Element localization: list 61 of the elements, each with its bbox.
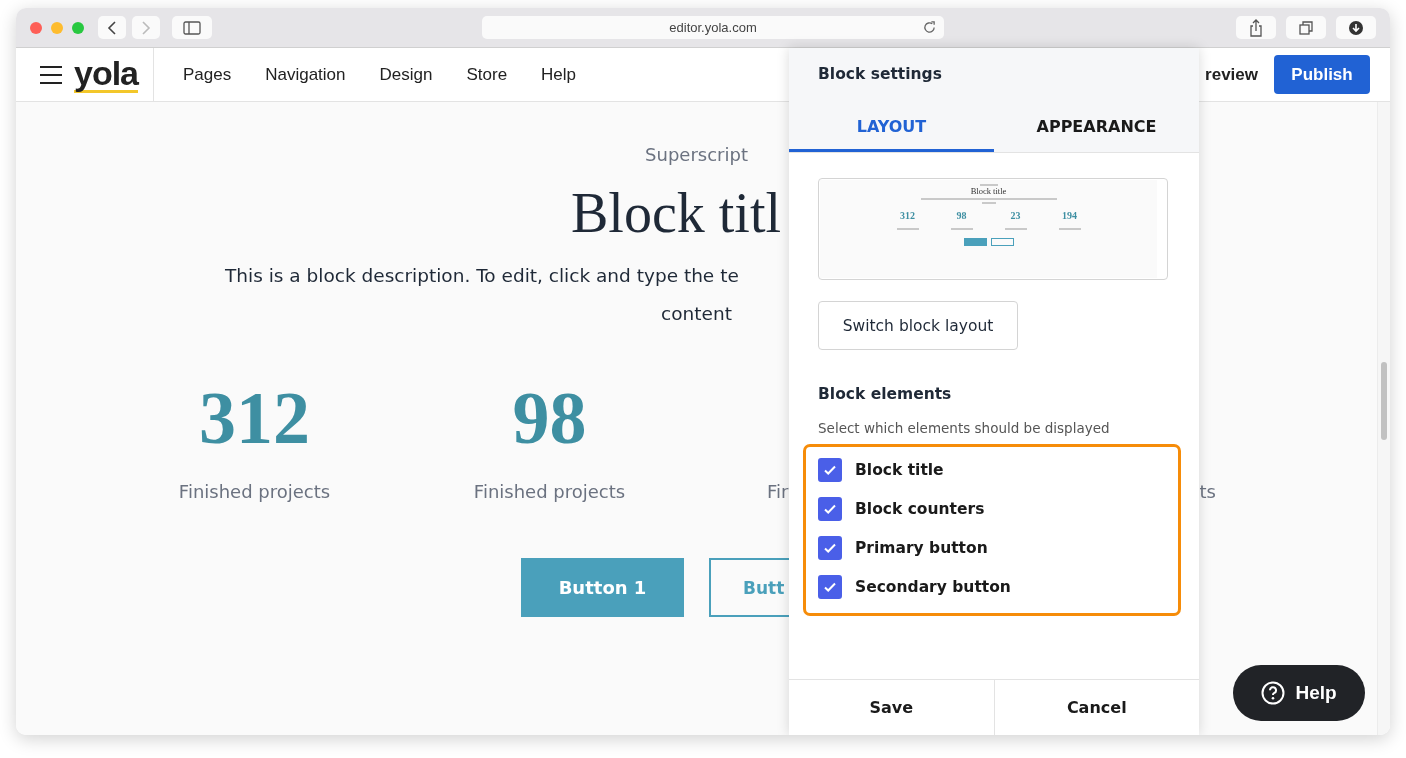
scrollbar[interactable]	[1377, 102, 1390, 735]
close-window-icon[interactable]	[30, 21, 42, 34]
checkbox-label[interactable]: Secondary button	[855, 578, 1011, 596]
sidebar-button[interactable]	[172, 16, 212, 39]
share-icon	[1249, 18, 1263, 37]
help-button[interactable]: Help	[1233, 665, 1365, 721]
checkbox[interactable]	[818, 458, 842, 482]
scrollbar-thumb[interactable]	[1381, 362, 1387, 440]
thumbnail-number: 98	[956, 210, 967, 222]
thumbnail-title: Block title	[970, 186, 1007, 197]
thumbnail-number: 312	[900, 210, 915, 222]
thumbnail-button-drawing	[990, 238, 1014, 246]
logo[interactable]: yola	[74, 56, 139, 93]
counter-label: Finished projects	[473, 481, 626, 502]
chevron-right-icon	[141, 19, 151, 36]
download-icon	[1348, 19, 1364, 36]
back-button[interactable]	[98, 16, 126, 39]
thumbnail-button-drawing	[963, 238, 987, 246]
preview-link[interactable]: review	[1205, 64, 1258, 85]
menu-icon[interactable]	[40, 65, 62, 84]
nav-link[interactable]: Help	[541, 64, 577, 85]
nav-link[interactable]: Navigation	[265, 64, 346, 85]
panel-title: Block settings	[818, 65, 942, 83]
section-title: Block elements	[818, 385, 953, 403]
checkbox-label[interactable]: Block counters	[855, 500, 985, 518]
checkbox[interactable]	[818, 575, 842, 599]
block-title: Block titl	[571, 182, 781, 244]
counter-label: ts	[1199, 481, 1216, 502]
section-hint: Select which elements should be displayed	[818, 420, 1111, 436]
block-description: This is a block description. To edit, click and type the te	[225, 265, 739, 286]
checkbox-label[interactable]: Primary button	[855, 539, 988, 557]
tabs-icon	[1298, 19, 1314, 36]
tabs-button[interactable]	[1286, 16, 1326, 39]
tab[interactable]: APPEARANCE	[994, 100, 1199, 152]
block-description: content	[661, 303, 732, 324]
thumbnail-number: 23	[1010, 210, 1021, 222]
publish-button[interactable]: Publish	[1274, 55, 1370, 94]
counter-label: Finished projects	[178, 481, 331, 502]
checkbox-label[interactable]: Block title	[855, 461, 944, 479]
chevron-left-icon	[107, 19, 117, 36]
footer-button[interactable]: Cancel	[993, 680, 1199, 735]
address-field[interactable]: editor.yola.com	[482, 16, 944, 39]
help-icon	[1261, 681, 1286, 705]
footer-button[interactable]: Save	[789, 680, 994, 735]
sidebar-icon	[183, 20, 201, 35]
share-button[interactable]	[1236, 16, 1276, 39]
thumbnail-number: 194	[1062, 210, 1077, 222]
counter-label: Fir	[767, 481, 789, 502]
checkbox[interactable]	[818, 497, 842, 521]
nav-link[interactable]: Pages	[183, 64, 232, 85]
reload-icon[interactable]	[923, 21, 936, 34]
superscript-text: Superscript	[644, 144, 749, 165]
counter-number: 98	[512, 377, 587, 459]
checkbox[interactable]	[818, 536, 842, 560]
nav-link[interactable]: Store	[466, 64, 508, 85]
download-button[interactable]	[1336, 16, 1376, 39]
nav-link[interactable]: Design	[379, 64, 433, 85]
counter-number: 312	[199, 377, 310, 459]
tab[interactable]: LAYOUT	[789, 100, 994, 152]
switch-layout-button[interactable]: Switch block layout	[818, 301, 1018, 350]
layout-thumbnail[interactable]: Block title 312 98 23 194	[818, 178, 1168, 280]
